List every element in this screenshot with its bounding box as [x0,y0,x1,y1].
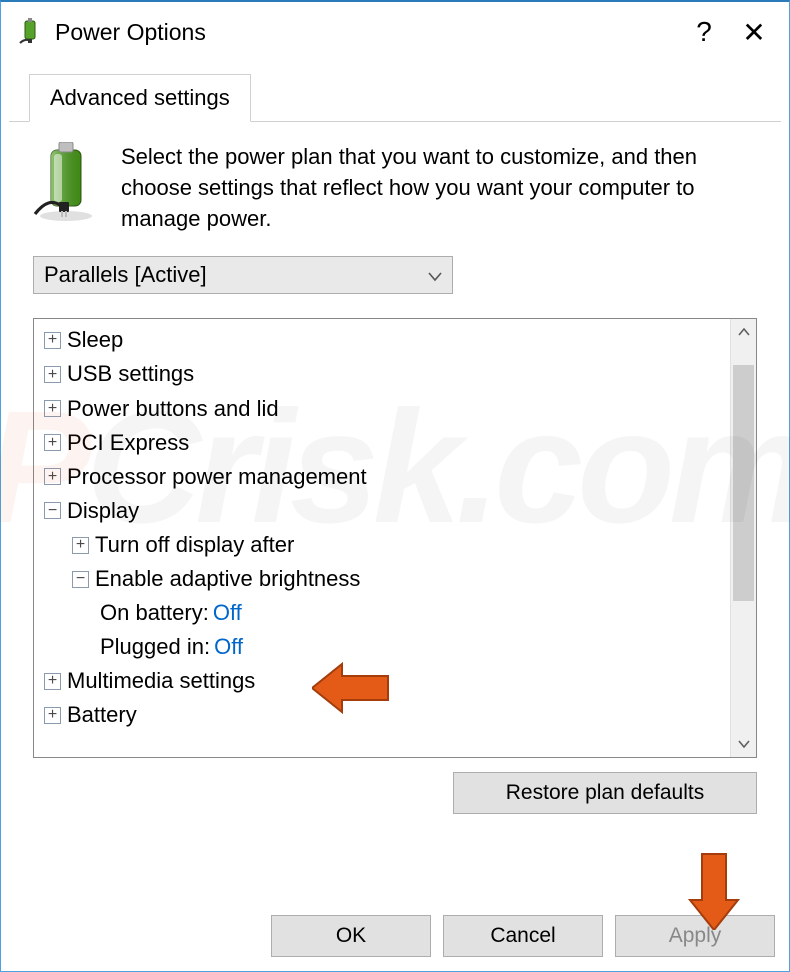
battery-plug-icon [17,18,45,46]
intro-text: Select the power plan that you want to c… [121,142,757,234]
tab-advanced-settings[interactable]: Advanced settings [29,74,251,122]
tree-item-multimedia[interactable]: + Multimedia settings [38,664,730,698]
intro-block: Select the power plan that you want to c… [33,142,757,234]
tree-item-battery[interactable]: + Battery [38,698,730,732]
expand-icon[interactable]: + [44,707,61,724]
apply-button[interactable]: Apply [615,915,775,957]
tree-item-processor[interactable]: + Processor power management [38,460,730,494]
help-button[interactable]: ? [679,7,729,57]
expand-icon[interactable]: + [44,434,61,451]
dialog-footer: OK Cancel Apply [1,903,789,971]
tree-label: Battery [67,698,137,732]
tree-item-pci[interactable]: + PCI Express [38,426,730,460]
scroll-track[interactable] [731,345,756,731]
tree-item-turn-off-display[interactable]: + Turn off display after [38,528,730,562]
power-plan-value: Parallels [Active] [44,262,207,288]
settings-tree: + Sleep + USB settings + Power buttons a… [33,318,757,758]
close-button[interactable]: ✕ [729,7,779,57]
setting-value[interactable]: Off [214,630,243,664]
tree-list: + Sleep + USB settings + Power buttons a… [34,319,730,757]
power-plan-dropdown[interactable]: Parallels [Active] [33,256,453,294]
setting-plugged-in[interactable]: Plugged in: Off [38,630,730,664]
collapse-icon[interactable]: − [72,571,89,588]
tree-label: USB settings [67,357,194,391]
tree-label: Processor power management [67,460,367,494]
setting-value[interactable]: Off [213,596,242,630]
tab-content: Select the power plan that you want to c… [1,122,789,867]
battery-large-icon [33,142,99,222]
expand-icon[interactable]: + [44,673,61,690]
tree-item-display[interactable]: − Display [38,494,730,528]
tree-item-power-buttons[interactable]: + Power buttons and lid [38,392,730,426]
scroll-up-icon[interactable] [731,319,756,345]
tree-label: PCI Express [67,426,189,460]
setting-label: On battery: [100,596,209,630]
chevron-down-icon [428,262,442,288]
setting-on-battery[interactable]: On battery: Off [38,596,730,630]
setting-label: Plugged in: [100,630,210,664]
tree-item-adaptive-brightness[interactable]: − Enable adaptive brightness [38,562,730,596]
tab-row: Advanced settings [9,62,781,122]
tree-item-usb[interactable]: + USB settings [38,357,730,391]
scroll-thumb[interactable] [733,365,754,601]
scroll-down-icon[interactable] [731,731,756,757]
ok-button[interactable]: OK [271,915,431,957]
power-options-window: Power Options ? ✕ Advanced settings [0,0,790,972]
titlebar: Power Options ? ✕ [1,2,789,62]
tree-label: Power buttons and lid [67,392,279,426]
tree-label: Turn off display after [95,528,294,562]
expand-icon[interactable]: + [44,468,61,485]
tree-scrollbar[interactable] [730,319,756,757]
tree-label: Sleep [67,323,123,357]
collapse-icon[interactable]: − [44,502,61,519]
window-title: Power Options [55,19,206,46]
tree-item-sleep[interactable]: + Sleep [38,323,730,357]
expand-icon[interactable]: + [44,366,61,383]
restore-row: Restore plan defaults [33,772,757,814]
tree-label: Display [67,494,139,528]
expand-icon[interactable]: + [44,400,61,417]
restore-defaults-button[interactable]: Restore plan defaults [453,772,757,814]
expand-icon[interactable]: + [44,332,61,349]
tree-label: Enable adaptive brightness [95,562,360,596]
cancel-button[interactable]: Cancel [443,915,603,957]
tree-label: Multimedia settings [67,664,255,698]
expand-icon[interactable]: + [72,537,89,554]
